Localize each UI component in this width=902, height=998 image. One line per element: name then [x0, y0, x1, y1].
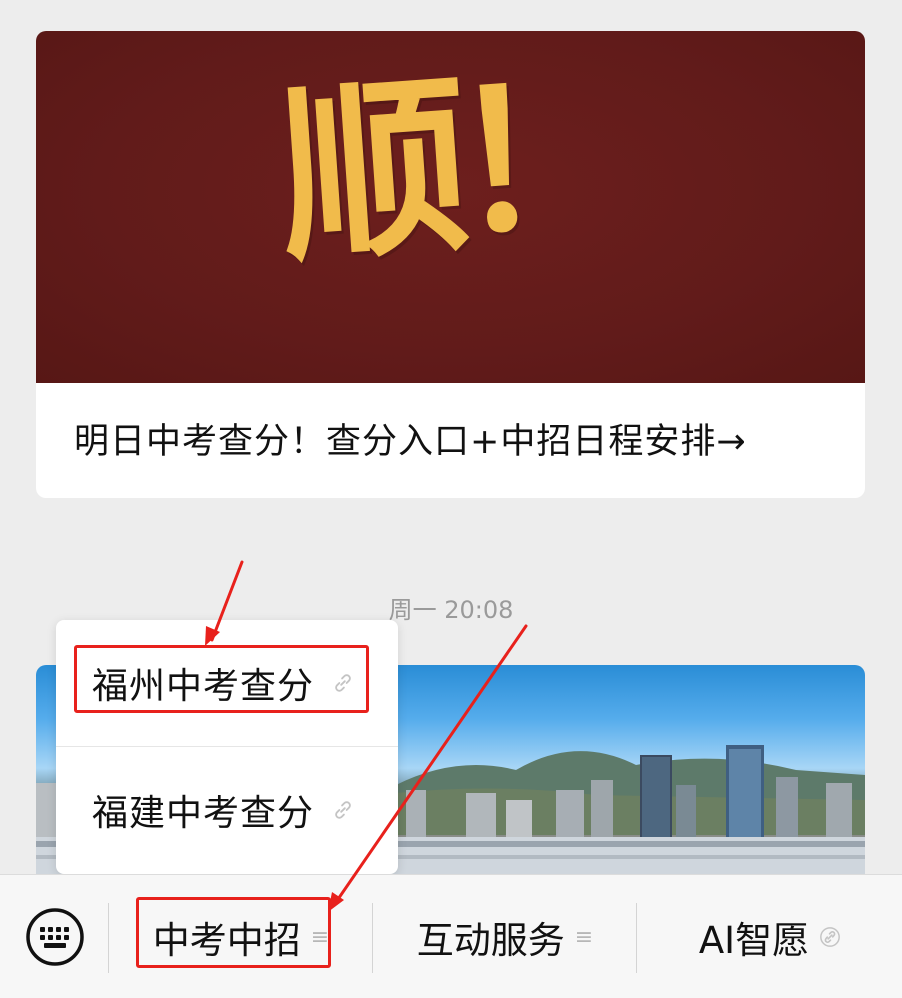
chat-page: 顺！ 明日中考查分！查分入口+中招日程安排→ 周一 20:08 福州中考查分 福…	[0, 0, 902, 998]
menu-list-icon: ≡	[574, 924, 594, 950]
menu-tab-label: AI智愿	[698, 919, 810, 962]
cover-calligraphy: 顺！	[271, 42, 630, 289]
link-icon	[820, 927, 841, 947]
menu-divider	[108, 903, 109, 973]
link-icon	[335, 800, 351, 819]
article-title: 明日中考查分！查分入口+中招日程安排→	[74, 422, 747, 462]
menu-tab-label: 互动服务	[416, 919, 565, 962]
menu-divider	[372, 903, 373, 973]
menu-tab-ai-zhiyuan[interactable]: AI智愿	[638, 875, 902, 998]
article-card[interactable]: 顺！ 明日中考查分！查分入口+中招日程安排→	[36, 31, 865, 498]
annotation-box-zhongkao-tab	[136, 897, 331, 968]
menu-divider	[636, 903, 637, 973]
keyboard-icon[interactable]	[25, 907, 85, 967]
menu-tab-interactive-service[interactable]: 互动服务 ≡	[374, 875, 636, 998]
menu-item-fujian-score[interactable]: 福建中考查分	[56, 746, 398, 872]
menu-item-label: 福建中考查分	[92, 792, 315, 834]
annotation-box-fuzhou	[74, 645, 369, 713]
article-cover-image: 顺！	[36, 31, 865, 383]
